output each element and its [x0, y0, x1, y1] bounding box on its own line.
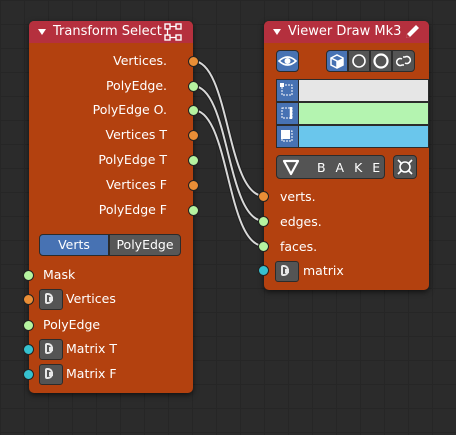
collapse-arrow-icon[interactable] — [38, 29, 46, 35]
output-vertices-f-socket[interactable] — [188, 180, 199, 191]
input-matrix-f-socket[interactable] — [23, 369, 34, 380]
input-matrix-socket[interactable] — [258, 265, 269, 276]
input-mask-label: Mask — [43, 267, 76, 282]
edge-color — [299, 103, 428, 124]
eye-icon — [277, 56, 298, 66]
input-edges-socket[interactable] — [258, 216, 269, 227]
input-verts-socket[interactable] — [258, 191, 269, 202]
matrix-icon[interactable] — [39, 339, 63, 360]
output-vertices-f-label: Vertices F — [105, 177, 167, 192]
input-matrix-label: matrix — [303, 263, 344, 278]
matrix-icon[interactable] — [39, 289, 63, 310]
cube-icon — [330, 54, 344, 69]
input-edges-label: edges. — [280, 214, 322, 229]
matrix-icon[interactable] — [39, 364, 63, 385]
input-polyedge-socket[interactable] — [23, 320, 34, 331]
node-title: Transform Select — [53, 24, 162, 39]
output-polyedge-o-label: PolyEdge O. — [92, 102, 167, 117]
mode-verts-button[interactable]: Verts — [39, 234, 109, 256]
center-view-button[interactable] — [393, 155, 417, 179]
toggle-visibility-button[interactable] — [276, 50, 299, 72]
input-faces-socket[interactable] — [258, 241, 269, 252]
output-polyedge-socket[interactable] — [188, 81, 199, 92]
display-mode-wire-button[interactable] — [348, 50, 370, 72]
node-title: Viewer Draw Mk3 — [288, 24, 402, 39]
pencil-icon[interactable] — [403, 23, 421, 41]
display-mode-shaded-button[interactable] — [370, 50, 392, 72]
circle-icon — [373, 53, 389, 69]
input-matrix-f-label: Matrix F — [66, 366, 117, 381]
output-polyedge-t-label: PolyEdge T — [98, 152, 167, 167]
output-vertices-t-label: Vertices T — [105, 127, 167, 142]
input-vertices-label: Vertices — [66, 291, 116, 306]
input-vertices-socket[interactable] — [23, 294, 34, 305]
edge-display-icon[interactable] — [277, 103, 299, 124]
center-icon — [397, 159, 413, 175]
output-vertices-t-socket[interactable] — [188, 130, 199, 141]
edge-color-swatch[interactable] — [276, 102, 429, 125]
input-matrix-t-socket[interactable] — [23, 344, 34, 355]
node-header[interactable]: Viewer Draw Mk3 — [264, 21, 429, 43]
vertex-color — [299, 80, 428, 101]
mode-polyedge-button[interactable]: PolyEdge — [109, 234, 181, 256]
input-polyedge-label: PolyEdge — [43, 317, 101, 332]
node-tree-icon — [164, 23, 182, 41]
output-polyedge-f-label: PolyEdge F — [98, 202, 167, 217]
collapse-arrow-icon[interactable] — [273, 29, 281, 35]
display-mode-solid-button[interactable] — [326, 50, 348, 72]
input-matrix-t-label: Matrix T — [66, 341, 117, 356]
output-polyedge-f-socket[interactable] — [188, 205, 199, 216]
circle-outline-icon — [352, 54, 366, 68]
face-color-swatch[interactable] — [276, 125, 429, 148]
link-toggle-button[interactable] — [392, 50, 415, 72]
matrix-icon[interactable] — [275, 261, 299, 282]
vertex-color-swatch[interactable] — [276, 79, 429, 102]
input-verts-label: verts. — [280, 189, 316, 204]
face-display-icon[interactable] — [277, 126, 299, 147]
output-polyedge-o-socket[interactable] — [188, 105, 199, 116]
input-mask-socket[interactable] — [23, 270, 34, 281]
transform-select-node[interactable]: Transform Select Vertices. PolyEdge. Pol… — [29, 21, 193, 393]
output-polyedge-label: PolyEdge. — [105, 78, 167, 93]
output-vertices-socket[interactable] — [188, 56, 199, 67]
output-vertices-label: Vertices. — [113, 53, 167, 68]
node-header[interactable]: Transform Select — [29, 21, 193, 43]
input-faces-label: faces. — [280, 239, 318, 254]
bake-triangle-icon — [282, 159, 300, 176]
link-icon — [395, 55, 412, 67]
face-color — [299, 126, 428, 147]
vertex-display-icon[interactable] — [277, 80, 299, 101]
output-polyedge-t-socket[interactable] — [188, 155, 199, 166]
bake-button[interactable]: B A K E — [276, 155, 385, 179]
bake-label: B A K E — [317, 160, 384, 175]
